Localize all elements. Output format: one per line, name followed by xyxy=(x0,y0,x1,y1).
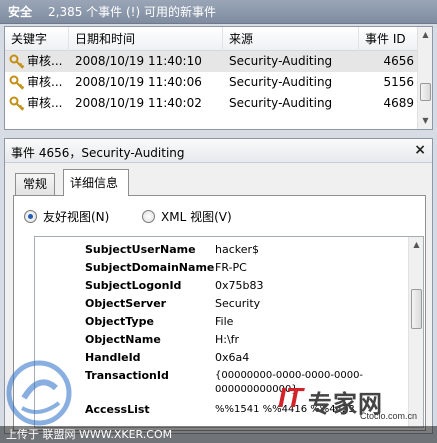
close-icon[interactable]: × xyxy=(414,142,426,158)
friendly-view-option[interactable]: 友好视图(N) xyxy=(24,208,109,225)
tab-details[interactable]: 详细信息 xyxy=(63,169,129,196)
column-source[interactable]: 来源 xyxy=(223,27,359,51)
key-icon xyxy=(9,75,25,90)
event-detail-header: 事件 4656，Security-Auditing × xyxy=(5,139,432,163)
brand-logo-it: IT xyxy=(278,382,303,413)
column-keyword[interactable]: 关键字 xyxy=(5,27,69,51)
field-key: ObjectServer xyxy=(85,297,167,310)
row-event-id: 5156 xyxy=(383,75,414,89)
scroll-up-arrow-icon[interactable]: ▲ xyxy=(409,237,423,252)
field-value: 0x6a4 xyxy=(215,351,250,364)
row-datetime: 2008/10/19 11:40:06 xyxy=(75,75,202,89)
row-source: Security-Auditing xyxy=(229,75,333,89)
watermark-strip: 上传于 联盟网 WWW.XKER.COM xyxy=(0,426,437,443)
table-row[interactable]: 审核... 2008/10/19 11:40:10 Security-Audit… xyxy=(5,51,418,72)
friendly-view-label: 友好视图(N) xyxy=(43,210,110,224)
watermark-logo-icon xyxy=(6,360,72,426)
field-key: TransactionId xyxy=(85,369,169,382)
xml-view-option[interactable]: XML 视图(V) xyxy=(142,208,232,225)
field-key: SubjectLogonId xyxy=(85,279,182,292)
row-datetime: 2008/10/19 11:40:10 xyxy=(75,54,202,68)
summary-bar: 安全 2,385 个事件 (!) 可用的新事件 xyxy=(0,0,437,24)
field-value: Security xyxy=(215,297,261,310)
field-key: ObjectType xyxy=(85,315,154,328)
log-title: 安全 xyxy=(8,5,33,19)
field-value: FR-PC xyxy=(215,261,247,274)
event-list-scroll-thumb[interactable] xyxy=(420,83,431,101)
field-value: 0x75b83 xyxy=(215,279,264,292)
brand-logo-url: Ctocio.com.cn xyxy=(360,411,418,421)
row-event-id: 4656 xyxy=(383,54,414,68)
key-icon xyxy=(9,54,25,69)
brand-logo: IT 专家网 Ctocio.com.cn xyxy=(278,382,433,422)
row-event-id: 4689 xyxy=(383,96,414,110)
field-value: hacker$ xyxy=(215,243,260,256)
xml-view-label: XML 视图(V) xyxy=(161,210,232,224)
field-value: File xyxy=(215,315,234,328)
row-keyword: 审核... xyxy=(27,75,63,89)
event-list[interactable]: 关键字 日期和时间 来源 事件 ID 审核... 2008/10/19 11:4… xyxy=(4,26,433,130)
event-detail-title: 事件 4656，Security-Auditing xyxy=(11,146,185,160)
field-key: SubjectDomainName xyxy=(85,261,215,274)
row-datetime: 2008/10/19 11:40:02 xyxy=(75,96,202,110)
field-key: ObjectName xyxy=(85,333,161,346)
scroll-up-arrow-icon[interactable]: ▲ xyxy=(418,27,433,42)
row-source: Security-Auditing xyxy=(229,96,333,110)
field-key: AccessList xyxy=(85,403,150,416)
row-keyword: 审核... xyxy=(27,96,63,110)
column-datetime[interactable]: 日期和时间 xyxy=(69,27,223,51)
field-key: SubjectUserName xyxy=(85,243,196,256)
key-icon xyxy=(9,96,25,111)
field-key: HandleId xyxy=(85,351,141,364)
tab-general[interactable]: 常规 xyxy=(15,173,55,195)
table-row[interactable]: 审核... 2008/10/19 11:40:02 Security-Audit… xyxy=(5,93,418,114)
event-data-scroll-thumb[interactable] xyxy=(411,289,422,329)
event-count: 2,385 个事件 (!) 可用的新事件 xyxy=(48,5,216,19)
field-value: H:\fr xyxy=(215,333,240,346)
row-keyword: 审核... xyxy=(27,54,63,68)
event-list-header: 关键字 日期和时间 来源 事件 ID xyxy=(5,27,418,51)
radio-xml-view[interactable] xyxy=(142,210,155,223)
table-row[interactable]: 审核... 2008/10/19 11:40:06 Security-Audit… xyxy=(5,72,418,93)
radio-friendly-view[interactable] xyxy=(24,210,37,223)
event-list-scrollbar[interactable]: ▲ ▼ xyxy=(417,27,432,129)
column-event-id[interactable]: 事件 ID xyxy=(359,27,418,51)
row-source: Security-Auditing xyxy=(229,54,333,68)
scroll-down-arrow-icon[interactable]: ▼ xyxy=(418,113,433,128)
